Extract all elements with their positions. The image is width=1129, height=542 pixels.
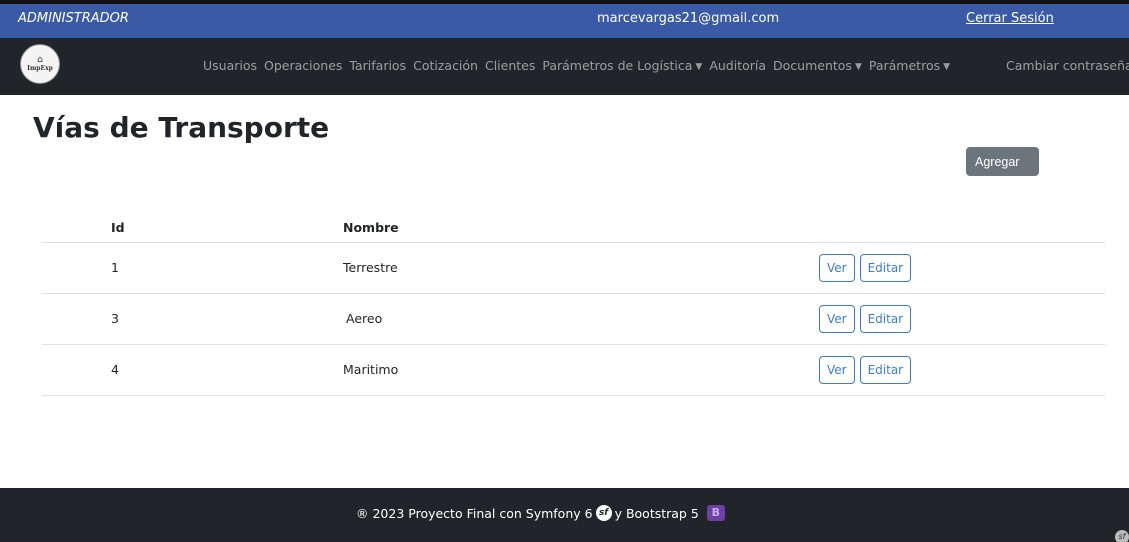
cell-actions: Ver Editar <box>737 293 1105 345</box>
brand-logo[interactable]: ⌂ ImpExp <box>20 44 60 84</box>
table-header-row: Id Nombre <box>42 214 1105 243</box>
caret-down-icon: ▼ <box>943 62 951 72</box>
nav-item-operaciones[interactable]: Operaciones <box>264 58 342 73</box>
column-header-actions <box>737 214 1105 243</box>
cell-actions: Ver Editar <box>737 242 1105 294</box>
nav-dropdown-label: Parámetros <box>868 58 941 73</box>
add-button[interactable]: Agregar <box>966 147 1039 176</box>
page-title: Vías de Transporte <box>33 111 330 144</box>
change-password-link[interactable]: Cambiar contraseña <box>1006 58 1129 73</box>
cell-id: 1 <box>42 242 302 294</box>
transport-table: Id Nombre 1 Terrestre Ver Editar 3 Aereo… <box>42 214 1105 396</box>
nav-dropdown-parametros-logistica[interactable]: Parámetros de Logística ▼ <box>542 58 702 73</box>
view-button[interactable]: Ver <box>819 355 855 384</box>
table-row: 4 Maritimo Ver Editar <box>42 344 1105 396</box>
building-icon: ⌂ <box>37 55 43 65</box>
view-button[interactable]: Ver <box>819 304 855 333</box>
edit-button[interactable]: Editar <box>859 355 912 384</box>
nav-item-usuarios[interactable]: Usuarios <box>203 58 257 73</box>
cell-nombre: Terrestre <box>302 242 737 294</box>
nav-item-cotizacion[interactable]: Cotización <box>413 58 478 73</box>
top-info-bar: ADMINISTRADOR marcevargas21@gmail.com Ce… <box>0 4 1129 38</box>
user-role: ADMINISTRADOR <box>18 11 129 26</box>
footer-text-start: ® 2023 Proyecto Final con Symfony 6 <box>356 505 593 521</box>
footer-text-end: y Bootstrap 5 <box>614 505 699 521</box>
nav-dropdown-label: Documentos <box>773 58 852 73</box>
nav-dropdown-parametros[interactable]: Parámetros ▼ <box>869 58 950 73</box>
cell-id: 4 <box>42 344 302 396</box>
edit-button[interactable]: Editar <box>859 304 912 333</box>
cell-actions: Ver Editar <box>737 344 1105 396</box>
nav-dropdown-label: Parámetros de Logística <box>542 58 693 73</box>
main-navbar: ⌂ ImpExp Usuarios Operaciones Tarifarios… <box>0 38 1129 95</box>
cell-nombre: Maritimo <box>302 344 737 396</box>
column-header-nombre: Nombre <box>302 214 737 243</box>
brand-logo-text: ImpExp <box>27 65 53 72</box>
symfony-toolbar-icon[interactable]: sf <box>1115 530 1129 542</box>
nav-item-clientes[interactable]: Clientes <box>485 58 535 73</box>
column-header-id: Id <box>42 214 302 243</box>
symfony-icon: sf <box>595 505 612 521</box>
page-footer: ® 2023 Proyecto Final con Symfony 6 sf y… <box>0 488 1129 542</box>
table-row: 1 Terrestre Ver Editar <box>42 242 1105 294</box>
nav-item-tarifarios[interactable]: Tarifarios <box>349 58 406 73</box>
view-button[interactable]: Ver <box>819 253 855 282</box>
caret-down-icon: ▼ <box>854 62 862 72</box>
table-row: 3 Aereo Ver Editar <box>42 293 1105 345</box>
bootstrap-icon: B <box>706 505 725 521</box>
nav-dropdown-documentos[interactable]: Documentos ▼ <box>773 58 862 73</box>
nav-item-auditoria[interactable]: Auditoría <box>709 58 766 73</box>
nav-links: Usuarios Operaciones Tarifarios Cotizaci… <box>203 58 957 73</box>
cell-nombre: Aereo <box>302 293 737 345</box>
logout-link[interactable]: Cerrar Sesión <box>966 11 1054 26</box>
user-email: marcevargas21@gmail.com <box>597 11 780 26</box>
cell-id: 3 <box>42 293 302 345</box>
footer-credits: ® 2023 Proyecto Final con Symfony 6 sf y… <box>356 505 725 521</box>
edit-button[interactable]: Editar <box>859 253 912 282</box>
caret-down-icon: ▼ <box>695 62 703 72</box>
